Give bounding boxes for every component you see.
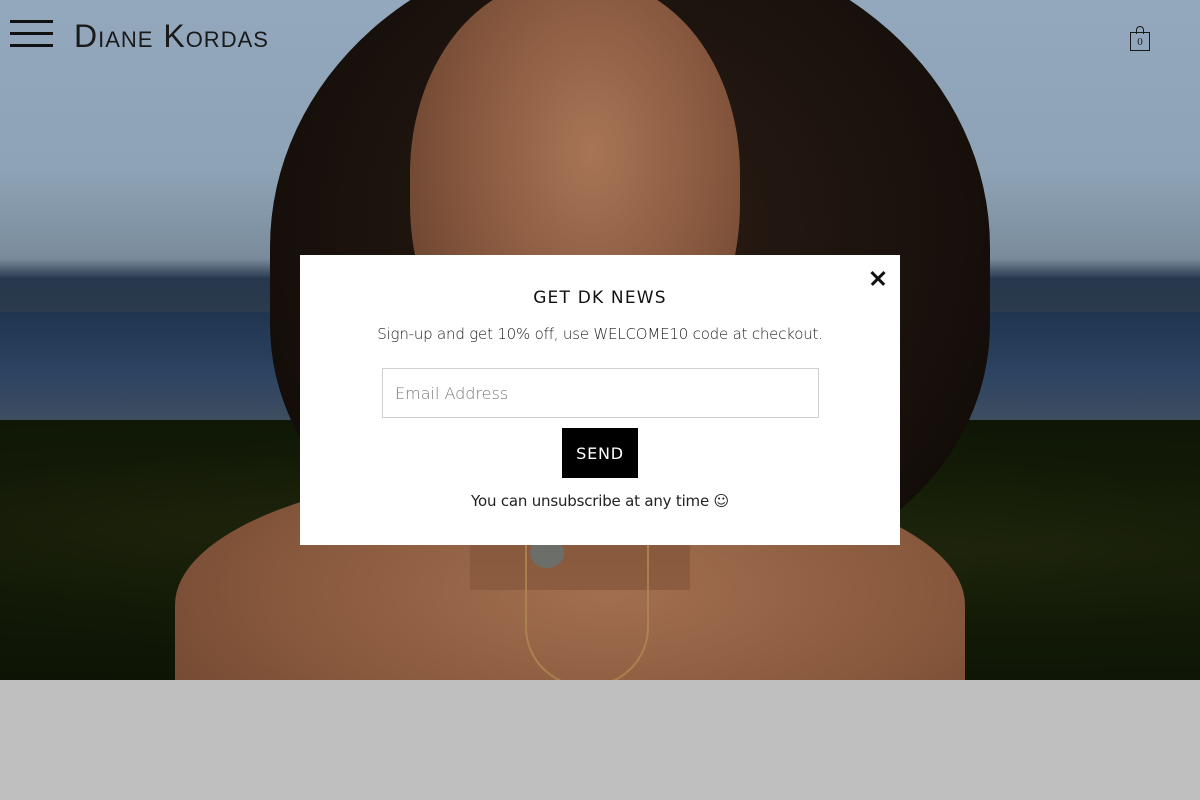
cart-button[interactable]: 0 (1129, 26, 1153, 53)
email-field[interactable] (382, 368, 819, 418)
hamburger-menu-icon[interactable] (10, 20, 53, 48)
page: Diane Kordas 0 GET DK NEWS Sign-up and g… (0, 0, 1200, 800)
site-header: Diane Kordas 0 (0, 0, 1200, 72)
brand-logo[interactable]: Diane Kordas (74, 16, 269, 56)
cart-count: 0 (1137, 36, 1143, 48)
send-button[interactable]: SEND (562, 428, 638, 478)
popup-title: GET DK NEWS (533, 288, 667, 308)
unsubscribe-note: You can unsubscribe at any time ☺ (471, 492, 729, 510)
newsletter-popup: GET DK NEWS Sign-up and get 10% off, use… (300, 255, 900, 545)
popup-subtitle: Sign-up and get 10% off, use WELCOME10 c… (377, 325, 823, 343)
